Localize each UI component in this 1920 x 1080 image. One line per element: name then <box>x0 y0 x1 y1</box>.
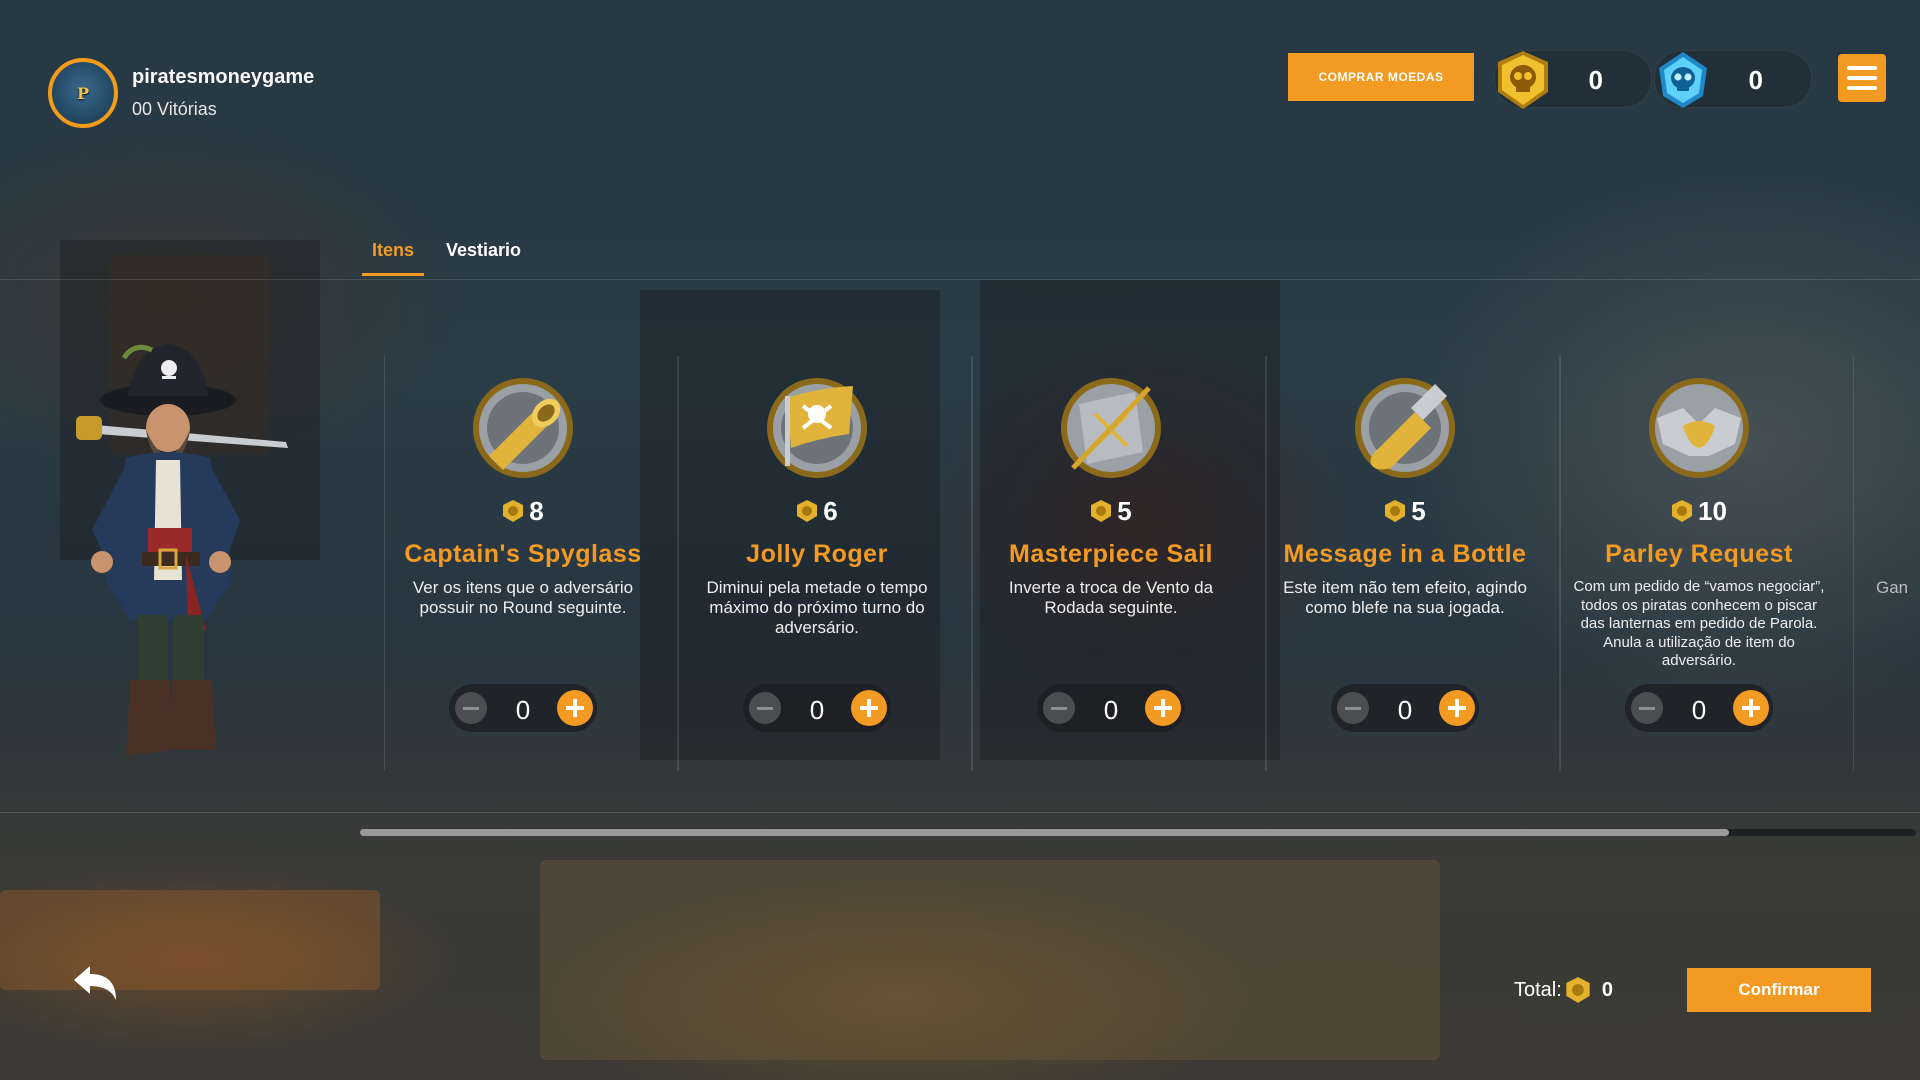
item-description: Este item não tem efeito, agindo como bl… <box>1283 578 1527 617</box>
total-label: Total: <box>1514 978 1562 1001</box>
plus-icon <box>566 699 584 717</box>
coin-icon <box>503 500 524 522</box>
increase-button[interactable] <box>557 690 593 726</box>
items-carousel: 8 Captain's Spyglass Ver os itens que o … <box>384 356 1920 771</box>
hamburger-menu-icon[interactable] <box>1838 54 1886 102</box>
item-title: Jolly Roger <box>746 540 888 568</box>
tab-bar: Itens Vestiario <box>362 236 543 276</box>
item-title: Captain's Spyglass <box>404 540 642 568</box>
item-description: Com um pedido de “vamos negociar”, todos… <box>1573 578 1825 669</box>
increase-button[interactable] <box>1145 690 1181 726</box>
quantity-stepper: 0 <box>743 684 891 732</box>
quantity-stepper: 0 <box>449 684 597 732</box>
gems-counter[interactable]: 0 <box>1654 50 1812 108</box>
tab-itens[interactable]: Itens <box>362 236 425 276</box>
quantity-stepper: 0 <box>1625 684 1773 732</box>
next-item-partial-text: Gan <box>1876 578 1909 597</box>
increase-button[interactable] <box>1733 690 1769 726</box>
item-description: Inverte a troca de Vento da Rodada segui… <box>1008 578 1214 617</box>
coin-icon <box>1385 500 1406 522</box>
sail-icon <box>1061 378 1161 478</box>
item-card: 8 Captain's Spyglass Ver os itens que o … <box>384 356 678 771</box>
coins-counter[interactable]: 0 <box>1494 50 1652 109</box>
spyglass-icon <box>473 378 573 478</box>
pirate-character <box>76 344 288 756</box>
back-arrow-icon[interactable] <box>70 960 122 1008</box>
quantity-stepper: 0 <box>1037 684 1185 732</box>
coin-icon <box>1091 500 1112 522</box>
item-title: Message in a Bottle <box>1283 540 1527 568</box>
coin-icon <box>1566 977 1590 1003</box>
item-price: 8 <box>385 496 660 527</box>
confirm-button[interactable]: Confirmar <box>1687 968 1871 1012</box>
handshake-icon <box>1649 378 1749 478</box>
increase-button[interactable] <box>1439 690 1475 726</box>
plus-icon <box>1154 699 1172 717</box>
gems-value: 0 <box>1748 65 1763 95</box>
plus-icon <box>1448 699 1466 717</box>
skull-coin-icon <box>1498 51 1548 109</box>
coins-value: 0 <box>1588 65 1603 95</box>
plus-icon <box>860 699 878 717</box>
item-price: 5 <box>1267 496 1542 527</box>
bottle-icon <box>1355 378 1455 478</box>
item-description: Ver os itens que o adversário possuir no… <box>412 578 634 617</box>
item-description: Diminui pela metade o tempo máximo do pr… <box>706 578 928 637</box>
scrollbar-thumb[interactable] <box>360 829 1729 836</box>
coin-icon <box>1672 500 1693 522</box>
username: piratesmoneygame <box>132 66 315 88</box>
plus-icon <box>1742 699 1760 717</box>
wins-count: 00 Vitórias <box>132 99 217 119</box>
item-price: 6 <box>679 496 954 527</box>
item-card: 6 Jolly Roger Diminui pela metade o temp… <box>678 356 972 771</box>
increase-button[interactable] <box>851 690 887 726</box>
item-title: Masterpiece Sail <box>1009 540 1213 568</box>
player-profile: P piratesmoneygame 00 Vitórias <box>48 58 314 128</box>
quantity-stepper: 0 <box>1331 684 1479 732</box>
jolly-roger-flag-icon <box>767 378 867 478</box>
total-cost: Total: 0 <box>1514 976 1613 1004</box>
tab-vestiario[interactable]: Vestiario <box>436 236 531 276</box>
tabs-divider <box>0 279 1920 280</box>
item-price: 5 <box>973 496 1248 527</box>
pirates-logo-icon: P <box>48 58 118 128</box>
coin-icon <box>797 500 818 522</box>
item-title: Parley Request <box>1605 540 1793 568</box>
item-card: 5 Message in a Bottle Este item não tem … <box>1266 356 1560 771</box>
total-value: 0 <box>1601 978 1613 1001</box>
item-card: 10 Parley Request Com um pedido de “vamo… <box>1560 356 1854 771</box>
skull-gem-icon <box>1659 52 1707 108</box>
item-price: 10 <box>1561 496 1836 527</box>
item-card: 5 Masterpiece Sail Inverte a troca de Ve… <box>972 356 1266 771</box>
carousel-divider <box>0 812 1920 813</box>
buy-coins-button[interactable]: COMPRAR MOEDAS <box>1288 53 1474 101</box>
